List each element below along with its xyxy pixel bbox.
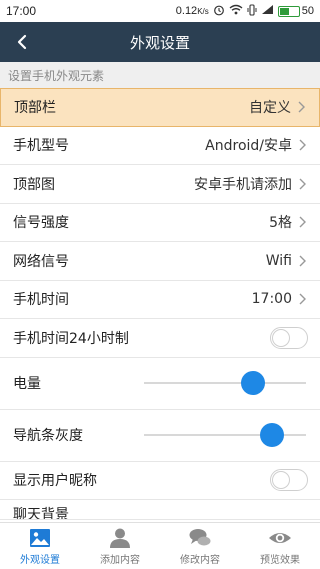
battery-percent: 50 <box>301 5 314 17</box>
chevron-right-icon <box>298 215 308 229</box>
row-value: 安卓手机请添加 <box>194 176 292 193</box>
row-chat-background[interactable]: 聊天背景 <box>0 500 320 520</box>
tab-preview[interactable]: 预览效果 <box>240 523 320 569</box>
row-top-image[interactable]: 顶部图 安卓手机请添加 <box>0 165 320 204</box>
tab-edit-content[interactable]: 修改内容 <box>160 523 240 569</box>
row-label: 手机时间 <box>13 292 69 309</box>
section-header: 设置手机外观元素 <box>0 62 320 88</box>
toggle-show-nickname[interactable] <box>270 469 308 492</box>
row-label: 信号强度 <box>13 215 69 232</box>
alarm-icon <box>213 4 225 19</box>
status-bar: 17:00 0.12K/s 50 <box>0 0 320 22</box>
row-label: 导航条灰度 <box>13 428 83 444</box>
row-label: 顶部图 <box>13 176 55 193</box>
row-label: 显示用户昵称 <box>13 473 97 490</box>
row-label: 网络信号 <box>13 253 69 270</box>
chevron-right-icon <box>298 254 308 268</box>
row-battery-level: 电量 <box>0 357 320 410</box>
eye-icon <box>269 532 291 543</box>
row-network-signal[interactable]: 网络信号 Wifi <box>0 242 320 281</box>
row-label: 聊天背景 <box>13 507 69 520</box>
row-24h-time: 手机时间24小时制 <box>0 319 320 358</box>
row-signal-strength[interactable]: 信号强度 5格 <box>0 203 320 242</box>
chevron-right-icon <box>298 138 308 152</box>
slider-thumb[interactable] <box>240 371 265 395</box>
tab-label: 添加内容 <box>100 554 140 566</box>
row-show-nickname: 显示用户昵称 <box>0 461 320 500</box>
page-title: 外观设置 <box>129 33 190 52</box>
network-speed: 0.12K/s <box>175 5 209 17</box>
chevron-right-icon <box>298 177 308 191</box>
toggle-knob <box>272 328 290 347</box>
status-time: 17:00 <box>6 4 37 18</box>
row-label: 顶部栏 <box>14 100 56 117</box>
tab-label: 预览效果 <box>260 554 300 566</box>
row-value: Android/安卓 <box>205 138 292 155</box>
row-phone-time[interactable]: 手机时间 17:00 <box>0 280 320 319</box>
chevron-right-icon <box>298 292 308 306</box>
row-value: 17:00 <box>251 291 292 308</box>
signal-icon <box>261 4 274 18</box>
battery-icon <box>277 5 300 17</box>
back-button[interactable] <box>10 30 34 54</box>
toggle-knob <box>272 471 290 490</box>
bottom-tab-bar: 外观设置 添加内容 修改内容 预览效果 <box>0 522 320 569</box>
tab-label: 外观设置 <box>20 554 60 566</box>
wifi-icon <box>229 4 243 18</box>
settings-list: 顶部栏 自定义 手机型号 Android/安卓 顶部图 安卓手机请添加 信号强度… <box>0 88 320 520</box>
status-indicators: 0.12K/s 50 <box>175 3 314 19</box>
vibrate-icon <box>247 3 257 19</box>
slider-thumb[interactable] <box>259 423 284 447</box>
row-value: 5格 <box>269 215 292 232</box>
toggle-24h-time[interactable] <box>270 326 308 349</box>
network-speed-unit: K/s <box>197 7 209 16</box>
row-label: 手机型号 <box>13 138 69 155</box>
row-navbar-gray: 导航条灰度 <box>0 409 320 462</box>
tab-appearance[interactable]: 外观设置 <box>0 523 80 569</box>
navbar-gray-slider[interactable] <box>144 423 306 447</box>
chat-bubbles-icon <box>189 528 211 545</box>
row-label: 电量 <box>13 376 41 392</box>
chevron-right-icon <box>297 100 307 114</box>
row-value: Wifi <box>265 252 292 269</box>
image-icon <box>30 528 50 547</box>
row-phone-model[interactable]: 手机型号 Android/安卓 <box>0 126 320 165</box>
battery-indicator: 50 <box>277 5 314 17</box>
row-label: 手机时间24小时制 <box>13 330 129 347</box>
person-icon <box>110 528 130 548</box>
row-top-bar[interactable]: 顶部栏 自定义 <box>0 88 320 127</box>
battery-slider[interactable] <box>144 371 306 395</box>
tab-add-content[interactable]: 添加内容 <box>80 523 160 569</box>
tab-label: 修改内容 <box>180 554 220 566</box>
battery-fill <box>279 7 289 15</box>
row-value: 自定义 <box>249 100 291 117</box>
chevron-left-icon <box>17 34 27 50</box>
navigation-bar: 外观设置 <box>0 22 320 62</box>
